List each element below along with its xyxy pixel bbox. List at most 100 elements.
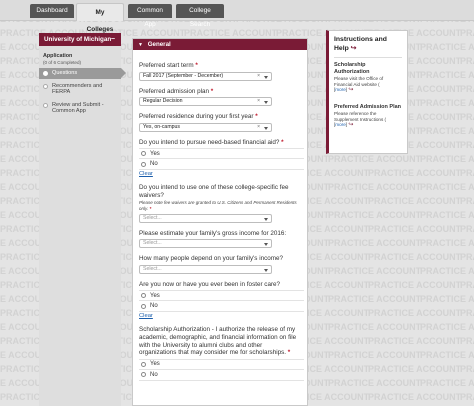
radio-button[interactable] bbox=[141, 372, 146, 378]
tab-dashboard[interactable]: Dashboard bbox=[30, 4, 74, 18]
more-link[interactable]: more bbox=[335, 122, 345, 127]
watermark-text: PRACTICE ACCOUNT bbox=[460, 224, 474, 234]
divider bbox=[334, 57, 402, 58]
radio-label: No bbox=[150, 303, 158, 310]
top-navigation: Dashboard My Colleges Common App College… bbox=[0, 0, 474, 33]
foster-care-option-no[interactable]: No bbox=[139, 301, 304, 313]
caret-down-icon bbox=[264, 268, 268, 272]
questions-form-panel: ▼ General Preferred start term * Fall 20… bbox=[132, 38, 308, 406]
radio-button[interactable] bbox=[141, 303, 146, 309]
caret-down-icon bbox=[264, 126, 268, 130]
select-value: Select... bbox=[143, 240, 162, 247]
sidebar-item-label: Questions bbox=[52, 70, 78, 76]
clear-x-icon[interactable]: × bbox=[257, 124, 260, 132]
watermark-text: PRACTICE ACCOUNT bbox=[368, 252, 462, 262]
foster-care-option-yes[interactable]: Yes bbox=[139, 290, 304, 302]
start-term-select[interactable]: Fall 2017 (September - December) × bbox=[139, 71, 272, 81]
watermark-text: PRACTICE ACCOUNT bbox=[368, 336, 462, 346]
field-financial-aid: Do you intend to pursue need-based finan… bbox=[139, 138, 304, 177]
scholarship-option-no[interactable]: No bbox=[139, 370, 304, 381]
general-section-header[interactable]: ▼ General bbox=[133, 39, 307, 50]
select-value: Yes, on-campus bbox=[143, 123, 181, 130]
collapse-icon[interactable]: − bbox=[111, 33, 115, 46]
dependents-select[interactable]: Select... bbox=[139, 264, 272, 274]
application-section-label: Application bbox=[43, 53, 73, 59]
required-asterisk: * bbox=[195, 62, 198, 69]
share-arrow-icon[interactable]: ↪ bbox=[348, 122, 353, 128]
instructions-title: Instructions and Help ↪ bbox=[334, 35, 402, 53]
share-arrow-icon[interactable]: ↪ bbox=[351, 45, 357, 52]
watermark-text: PRACTICE ACCOUNT bbox=[460, 252, 474, 262]
watermark-text: PRACTICE ACCOUNT bbox=[460, 364, 474, 374]
required-asterisk: * bbox=[210, 87, 214, 95]
radio-button[interactable] bbox=[141, 293, 146, 299]
help-item-body: Please reference the Supplement Instruct… bbox=[334, 111, 387, 122]
field-fee-waivers: Do you intend to use one of these colleg… bbox=[139, 184, 301, 223]
field-gross-income: Please estimate your family's gross inco… bbox=[139, 230, 301, 249]
sidebar-item-review-submit[interactable]: Review and Submit - Common App bbox=[39, 100, 121, 117]
select-value: Fall 2017 (September - December) bbox=[143, 72, 224, 79]
question-label: Preferred start term bbox=[139, 62, 194, 69]
watermark-text: PRACTICE ACCOUNT bbox=[420, 154, 474, 164]
financial-aid-option-yes[interactable]: Yes bbox=[139, 148, 304, 160]
admission-plan-select[interactable]: Regular Decision × bbox=[139, 97, 272, 107]
question-label: How many people depend on your family's … bbox=[139, 255, 284, 263]
caret-down-icon bbox=[264, 217, 268, 221]
help-item-title: Preferred Admission Plan bbox=[334, 103, 402, 110]
clear-link[interactable]: Clear bbox=[139, 171, 153, 177]
watermark-text: PRACTICE ACCOUNT bbox=[368, 196, 462, 206]
watermark-text: PRACTICE ACCOUNT bbox=[420, 70, 474, 80]
watermark-text: PRACTICE ACCOUNT bbox=[420, 350, 474, 360]
help-item-text: Please reference the Supplement Instruct… bbox=[334, 111, 387, 129]
help-item-scholarship: Scholarship Authorization Please visit t… bbox=[334, 62, 402, 94]
watermark-text: PRACTICE ACCOUNT bbox=[420, 182, 474, 192]
field-start-term: Preferred start term * Fall 2017 (Septem… bbox=[139, 62, 301, 81]
required-asterisk: * bbox=[287, 349, 291, 357]
radio-button[interactable] bbox=[141, 161, 146, 167]
watermark-text: PRACTICE ACCOUNT bbox=[460, 392, 474, 402]
triangle-down-icon: ▼ bbox=[138, 42, 143, 48]
watermark-text: PRACTICE ACCOUNT bbox=[420, 210, 474, 220]
clear-link[interactable]: Clear bbox=[139, 313, 153, 319]
field-dependents: How many people depend on your family's … bbox=[139, 255, 301, 274]
college-header[interactable]: University of Michigan − bbox=[39, 33, 121, 46]
instructions-help-panel: Instructions and Help ↪ Scholarship Auth… bbox=[326, 30, 408, 154]
status-circle-icon bbox=[43, 71, 48, 76]
college-sidebar: University of Michigan − Application (0 … bbox=[39, 33, 126, 406]
watermark-text: PRACTICE ACCOUNT bbox=[420, 322, 474, 332]
clear-x-icon[interactable]: × bbox=[257, 73, 260, 81]
radio-label: Yes bbox=[150, 292, 160, 299]
clear-x-icon[interactable]: × bbox=[257, 98, 260, 106]
radio-label: Yes bbox=[150, 361, 160, 368]
watermark-text: PRACTICE ACCOUNT bbox=[460, 56, 474, 66]
help-item-body: Please visit the Office of Financial Aid… bbox=[334, 76, 384, 87]
fee-waiver-select[interactable]: Select... bbox=[139, 213, 272, 223]
watermark-text: PRACTICE ACCOUNT bbox=[460, 168, 474, 178]
caret-down-icon bbox=[264, 75, 268, 79]
caret-down-icon bbox=[264, 101, 268, 105]
share-arrow-icon[interactable]: ↪ bbox=[348, 87, 353, 93]
tab-my-colleges[interactable]: My Colleges bbox=[76, 3, 124, 33]
tab-common-app[interactable]: Common App bbox=[128, 4, 172, 28]
residence-select[interactable]: Yes, on-campus × bbox=[139, 122, 272, 132]
watermark-text: PRACTICE ACCOUNT bbox=[460, 308, 474, 318]
tab-college-search[interactable]: College Search bbox=[176, 4, 224, 28]
more-link[interactable]: more bbox=[335, 87, 345, 92]
radio-button[interactable] bbox=[141, 361, 146, 367]
sidebar-item-questions[interactable]: Questions bbox=[39, 68, 126, 79]
radio-label: Yes bbox=[150, 150, 160, 157]
instructions-title-line1: Instructions and bbox=[334, 36, 387, 43]
question-label: Preferred residence during your first ye… bbox=[139, 113, 254, 121]
help-item-admission-plan: Preferred Admission Plan Please referenc… bbox=[334, 104, 402, 129]
financial-aid-option-no[interactable]: No bbox=[139, 159, 304, 171]
sidebar-item-recommenders[interactable]: Recommenders and FERPA bbox=[39, 81, 121, 98]
watermark-text: PRACTICE ACCOUNT bbox=[420, 238, 474, 248]
scholarship-option-yes[interactable]: Yes bbox=[139, 358, 304, 370]
status-circle-icon bbox=[43, 102, 48, 108]
radio-button[interactable] bbox=[141, 151, 146, 157]
question-label: Do you intend to pursue need-based finan… bbox=[139, 138, 280, 146]
gross-income-select[interactable]: Select... bbox=[139, 239, 272, 249]
help-item-title: Scholarship Authorization bbox=[334, 62, 370, 75]
question-label: Do you intend to use one of these colleg… bbox=[139, 184, 289, 199]
watermark-text: PRACTICE ACCOUNT bbox=[460, 112, 474, 122]
